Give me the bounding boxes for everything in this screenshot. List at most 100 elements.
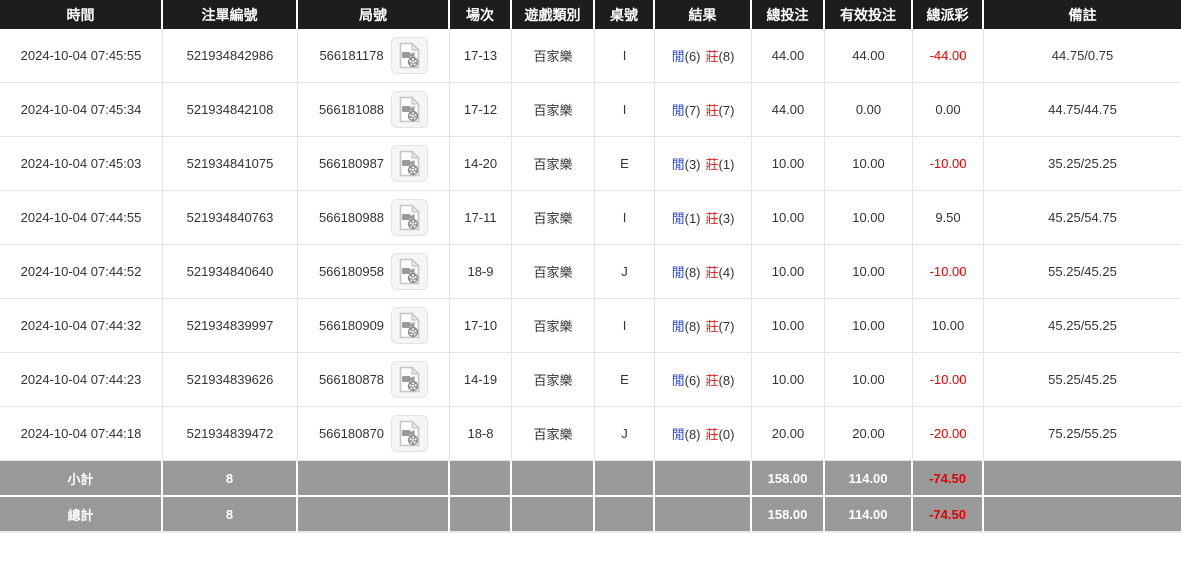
cell-round: 566180909 [298, 299, 450, 353]
cell-round: 566180988 [298, 191, 450, 245]
table-row: 2024-10-04 07:44:23 521934839626 5661808… [0, 353, 1181, 407]
cell-table-no: E [595, 353, 655, 407]
cell-session: 18-9 [450, 245, 512, 299]
player-result-score: (6) [685, 373, 701, 388]
cell-result: 閒(1)莊(3) [655, 191, 752, 245]
cell-game-type: 百家樂 [512, 245, 595, 299]
cell-result: 閒(8)莊(0) [655, 407, 752, 461]
video-replay-button[interactable] [391, 415, 428, 452]
cell-valid-bet: 20.00 [825, 407, 913, 461]
total-total-bet: 158.00 [752, 497, 825, 533]
header-row: 時間 注單編號 局號 場次 遊戲類別 桌號 結果 總投注 有效投注 總派彩 備註 [0, 0, 1181, 29]
cell-time: 2024-10-04 07:45:03 [0, 137, 163, 191]
video-replay-button[interactable] [391, 253, 428, 290]
banker-result-score: (8) [719, 373, 735, 388]
banker-result-score: (1) [719, 157, 735, 172]
header-game-type: 遊戲類別 [512, 0, 595, 29]
subtotal-table-empty [595, 461, 655, 497]
subtotal-total-bet: 158.00 [752, 461, 825, 497]
cell-round: 566180958 [298, 245, 450, 299]
video-replay-button[interactable] [391, 91, 428, 128]
banker-result-label: 莊 [706, 211, 719, 226]
cell-payout: -20.00 [913, 407, 984, 461]
video-file-icon [398, 150, 421, 177]
round-number: 566180878 [319, 372, 384, 387]
cell-round: 566180870 [298, 407, 450, 461]
header-session: 場次 [450, 0, 512, 29]
cell-bet-id: 521934841075 [163, 137, 298, 191]
cell-result: 閒(6)莊(8) [655, 29, 752, 83]
cell-remark: 55.25/45.25 [984, 245, 1181, 299]
total-table-empty [595, 497, 655, 533]
cell-valid-bet: 44.00 [825, 29, 913, 83]
round-number: 566180909 [319, 318, 384, 333]
header-payout: 總派彩 [913, 0, 984, 29]
video-replay-button[interactable] [391, 145, 428, 182]
cell-session: 18-8 [450, 407, 512, 461]
player-result-label: 閒 [672, 49, 685, 64]
player-result-label: 閒 [672, 427, 685, 442]
player-result-score: (6) [685, 49, 701, 64]
cell-remark: 55.25/45.25 [984, 353, 1181, 407]
table-row: 2024-10-04 07:44:55 521934840763 5661809… [0, 191, 1181, 245]
round-number: 566180988 [319, 210, 384, 225]
subtotal-result-empty [655, 461, 752, 497]
video-replay-button[interactable] [391, 307, 428, 344]
subtotal-label: 小計 [0, 461, 163, 497]
round-number: 566181088 [319, 102, 384, 117]
video-replay-button[interactable] [391, 37, 428, 74]
cell-bet-id: 521934839626 [163, 353, 298, 407]
subtotal-row: 小計 8 158.00 114.00 -74.50 [0, 461, 1181, 497]
cell-result: 閒(8)莊(7) [655, 299, 752, 353]
banker-result-label: 莊 [706, 427, 719, 442]
player-result-score: (8) [685, 265, 701, 280]
cell-table-no: E [595, 137, 655, 191]
table-header: 時間 注單編號 局號 場次 遊戲類別 桌號 結果 總投注 有效投注 總派彩 備註 [0, 0, 1181, 29]
cell-round: 566181088 [298, 83, 450, 137]
player-result-score: (7) [685, 103, 701, 118]
table-row: 2024-10-04 07:45:55 521934842986 5661811… [0, 29, 1181, 83]
total-game-empty [512, 497, 595, 533]
cell-game-type: 百家樂 [512, 83, 595, 137]
cell-game-type: 百家樂 [512, 299, 595, 353]
cell-round: 566181178 [298, 29, 450, 83]
cell-remark: 35.25/25.25 [984, 137, 1181, 191]
banker-result-label: 莊 [706, 373, 719, 388]
banker-result-score: (7) [719, 319, 735, 334]
header-time: 時間 [0, 0, 163, 29]
total-result-empty [655, 497, 752, 533]
cell-valid-bet: 10.00 [825, 191, 913, 245]
cell-total-bet: 10.00 [752, 353, 825, 407]
total-remark-empty [984, 497, 1181, 533]
cell-session: 17-11 [450, 191, 512, 245]
cell-valid-bet: 10.00 [825, 353, 913, 407]
cell-valid-bet: 10.00 [825, 299, 913, 353]
banker-result-score: (7) [719, 103, 735, 118]
video-replay-button[interactable] [391, 199, 428, 236]
cell-payout: -10.00 [913, 353, 984, 407]
cell-result: 閒(7)莊(7) [655, 83, 752, 137]
subtotal-round-empty [298, 461, 450, 497]
video-replay-button[interactable] [391, 361, 428, 398]
cell-bet-id: 521934839472 [163, 407, 298, 461]
cell-total-bet: 44.00 [752, 83, 825, 137]
round-number: 566181178 [319, 48, 383, 63]
cell-time: 2024-10-04 07:44:18 [0, 407, 163, 461]
player-result-score: (1) [685, 211, 701, 226]
cell-payout: -10.00 [913, 137, 984, 191]
cell-total-bet: 10.00 [752, 299, 825, 353]
subtotal-remark-empty [984, 461, 1181, 497]
total-row: 總計 8 158.00 114.00 -74.50 [0, 497, 1181, 533]
player-result-score: (8) [685, 319, 701, 334]
cell-valid-bet: 0.00 [825, 83, 913, 137]
header-remark: 備註 [984, 0, 1181, 29]
cell-bet-id: 521934840640 [163, 245, 298, 299]
cell-time: 2024-10-04 07:44:52 [0, 245, 163, 299]
cell-session: 17-13 [450, 29, 512, 83]
player-result-label: 閒 [672, 211, 685, 226]
cell-table-no: I [595, 191, 655, 245]
cell-total-bet: 20.00 [752, 407, 825, 461]
banker-result-label: 莊 [706, 49, 719, 64]
table-row: 2024-10-04 07:44:32 521934839997 5661809… [0, 299, 1181, 353]
subtotal-session-empty [450, 461, 512, 497]
